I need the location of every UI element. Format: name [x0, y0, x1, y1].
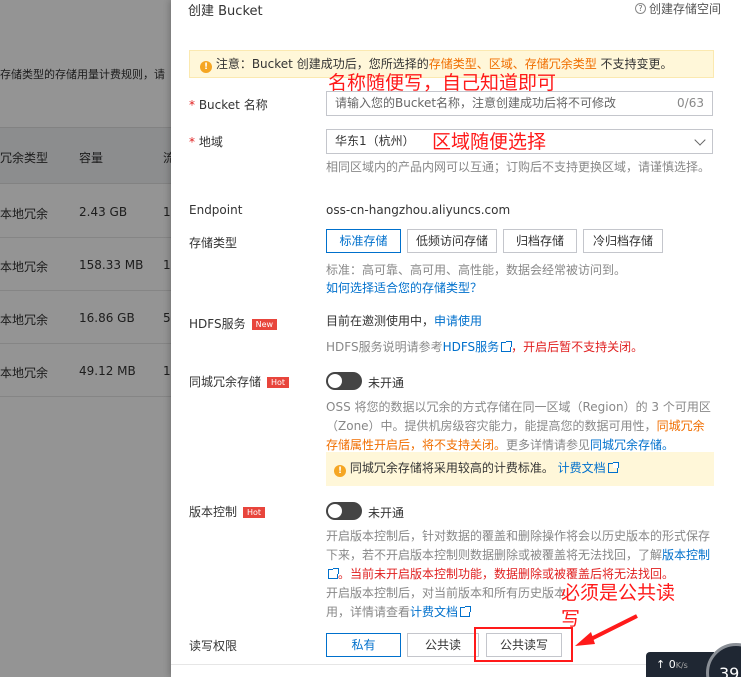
- acl-label: 读写权限: [189, 639, 238, 653]
- storage-option-ia[interactable]: 低频访问存储: [407, 229, 497, 253]
- hot-badge: Hot: [243, 507, 266, 518]
- hdfs-apply-link[interactable]: 申请使用: [434, 314, 482, 328]
- versioning-desc-text: 开启版本控制后，针对数据的覆盖和删除操作将会以历史版本的形式保存下来，若不开启版…: [326, 529, 711, 562]
- endpoint-value: oss-cn-hangzhou.aliyuncs.com: [326, 203, 511, 217]
- upload-arrow-icon: ↑: [656, 658, 669, 671]
- zrs-toggle-label: 未开通: [368, 376, 405, 390]
- hdfs-label: HDFS服务 New: [189, 315, 278, 332]
- warning-icon: !: [200, 61, 212, 73]
- external-link-icon: [607, 462, 619, 473]
- external-link-icon: [460, 606, 472, 617]
- storage-type-hint: 标准：高可靠、高可用、高性能，数据会经常被访问到。: [326, 263, 627, 277]
- versioning-toggle-label: 未开通: [368, 506, 405, 520]
- acl-option-private[interactable]: 私有: [326, 633, 401, 657]
- new-badge: New: [251, 319, 278, 330]
- versioning-desc-cost: 开启版本控制后，对当前版本和所有历史版本: [326, 586, 567, 600]
- chevron-down-icon: [694, 134, 706, 146]
- warning-icon: !: [334, 465, 346, 477]
- help-link-label: 创建存储空间: [648, 2, 721, 16]
- storage-option-cold-archive[interactable]: 冷归档存储: [583, 229, 663, 253]
- endpoint-label: Endpoint: [189, 203, 243, 217]
- question-icon: ?: [634, 3, 646, 14]
- external-link-icon: [328, 568, 339, 579]
- zrs-toggle[interactable]: [326, 372, 362, 390]
- versioning-label-text: 版本控制: [189, 505, 238, 519]
- region-selected-value: 华东1（杭州）: [335, 134, 415, 148]
- speed-unit: K/s: [675, 661, 688, 670]
- hdfs-desc: HDFS服务说明请参考HDFS服务 ，开启后暂不支持关闭。: [326, 338, 643, 357]
- versioning-billing-link[interactable]: 计费文档: [410, 605, 458, 619]
- annotation-acl-note: 必须是公共读: [561, 582, 676, 604]
- zrs-label: 同城冗余存储 Hot: [189, 373, 290, 390]
- network-speed-widget[interactable]: ↑ 0K/s: [646, 652, 714, 677]
- bucket-name-label-text: Bucket 名称: [198, 98, 268, 112]
- bucket-name-counter: 0/63: [677, 96, 704, 110]
- external-link-icon: [501, 341, 513, 352]
- background-page: 存储类型的存储用量计费规则，请 冗余类型 容量 流 本地冗余 2.43 GB 1…: [0, 0, 171, 677]
- annotation-highlight-box: [474, 627, 573, 662]
- zrs-billing-notice: ! 同城冗余存储将采用较高的计费标准。 计费文档: [326, 452, 714, 486]
- annotation-arrow-icon: [575, 614, 638, 646]
- annotation-region-note: 区域随便选择: [432, 131, 547, 153]
- storage-option-archive[interactable]: 归档存储: [503, 229, 577, 253]
- zrs-desc-text: OSS 将您的数据以冗余的方式存储在同一区域（Region）的 3 个可用区（Z…: [326, 400, 711, 433]
- hdfs-status-text: 目前在邀测使用中，: [326, 314, 435, 328]
- bucket-name-placeholder: 请输入您的Bucket名称，注意创建成功后将不可修改: [335, 96, 617, 110]
- versioning-label: 版本控制 Hot: [189, 503, 266, 520]
- storage-type-help-link[interactable]: 如何选择适合您的存储类型？: [326, 279, 482, 298]
- zrs-label-text: 同城冗余存储: [189, 375, 262, 389]
- create-bucket-panel: 创建 Bucket ? 创建存储空间 ! 注意：Bucket 创建成功后，您所选…: [171, 0, 741, 677]
- hdfs-warning: ，开启后暂不支持关闭。: [511, 340, 644, 354]
- annotation-name-note: 名称随便写，自己知道即可: [328, 72, 557, 94]
- help-link[interactable]: ? 创建存储空间: [634, 0, 721, 17]
- region-label: * 地域: [189, 135, 223, 149]
- storage-type-label: 存储类型: [189, 236, 238, 250]
- region-hint: 相同区域内的产品内网可以互通；订购后不支持更换区域，请谨慎选择。: [326, 160, 711, 174]
- hdfs-desc-text: HDFS服务说明请参考: [326, 340, 443, 354]
- panel-title: 创建 Bucket: [188, 4, 263, 19]
- zrs-billing-text: 同城冗余存储将采用较高的计费标准。: [349, 461, 554, 475]
- versioning-toggle[interactable]: [326, 502, 362, 520]
- versioning-description: 开启版本控制后，针对数据的覆盖和删除操作将会以历史版本的形式保存下来，若不开启版…: [326, 527, 716, 622]
- billing-doc-link[interactable]: 计费文档: [558, 461, 606, 475]
- hdfs-status: 目前在邀测使用中，申请使用: [326, 312, 482, 331]
- notice-suffix: 不支持变更。: [600, 57, 673, 71]
- zrs-description: OSS 将您的数据以冗余的方式存储在同一区域（Region）的 3 个可用区（Z…: [326, 398, 716, 455]
- speed-value: 0: [668, 658, 676, 671]
- acl-option-public-read[interactable]: 公共读: [407, 633, 479, 657]
- hot-badge: Hot: [267, 377, 290, 388]
- bucket-name-label: * Bucket 名称: [189, 98, 268, 112]
- zrs-desc-more: 更多详情请参见: [506, 438, 591, 452]
- versioning-desc-cost2: 用，详情请查看: [326, 605, 411, 619]
- storage-option-standard[interactable]: 标准存储: [326, 229, 401, 253]
- hdfs-label-text: HDFS服务: [189, 317, 246, 331]
- versioning-doc-link[interactable]: 版本控制: [662, 548, 710, 562]
- zrs-doc-link[interactable]: 同城冗余存储。: [590, 438, 674, 452]
- region-label-text: 地域: [198, 135, 223, 149]
- hdfs-doc-link[interactable]: HDFS服务: [443, 340, 500, 354]
- modal-mask[interactable]: [0, 0, 171, 677]
